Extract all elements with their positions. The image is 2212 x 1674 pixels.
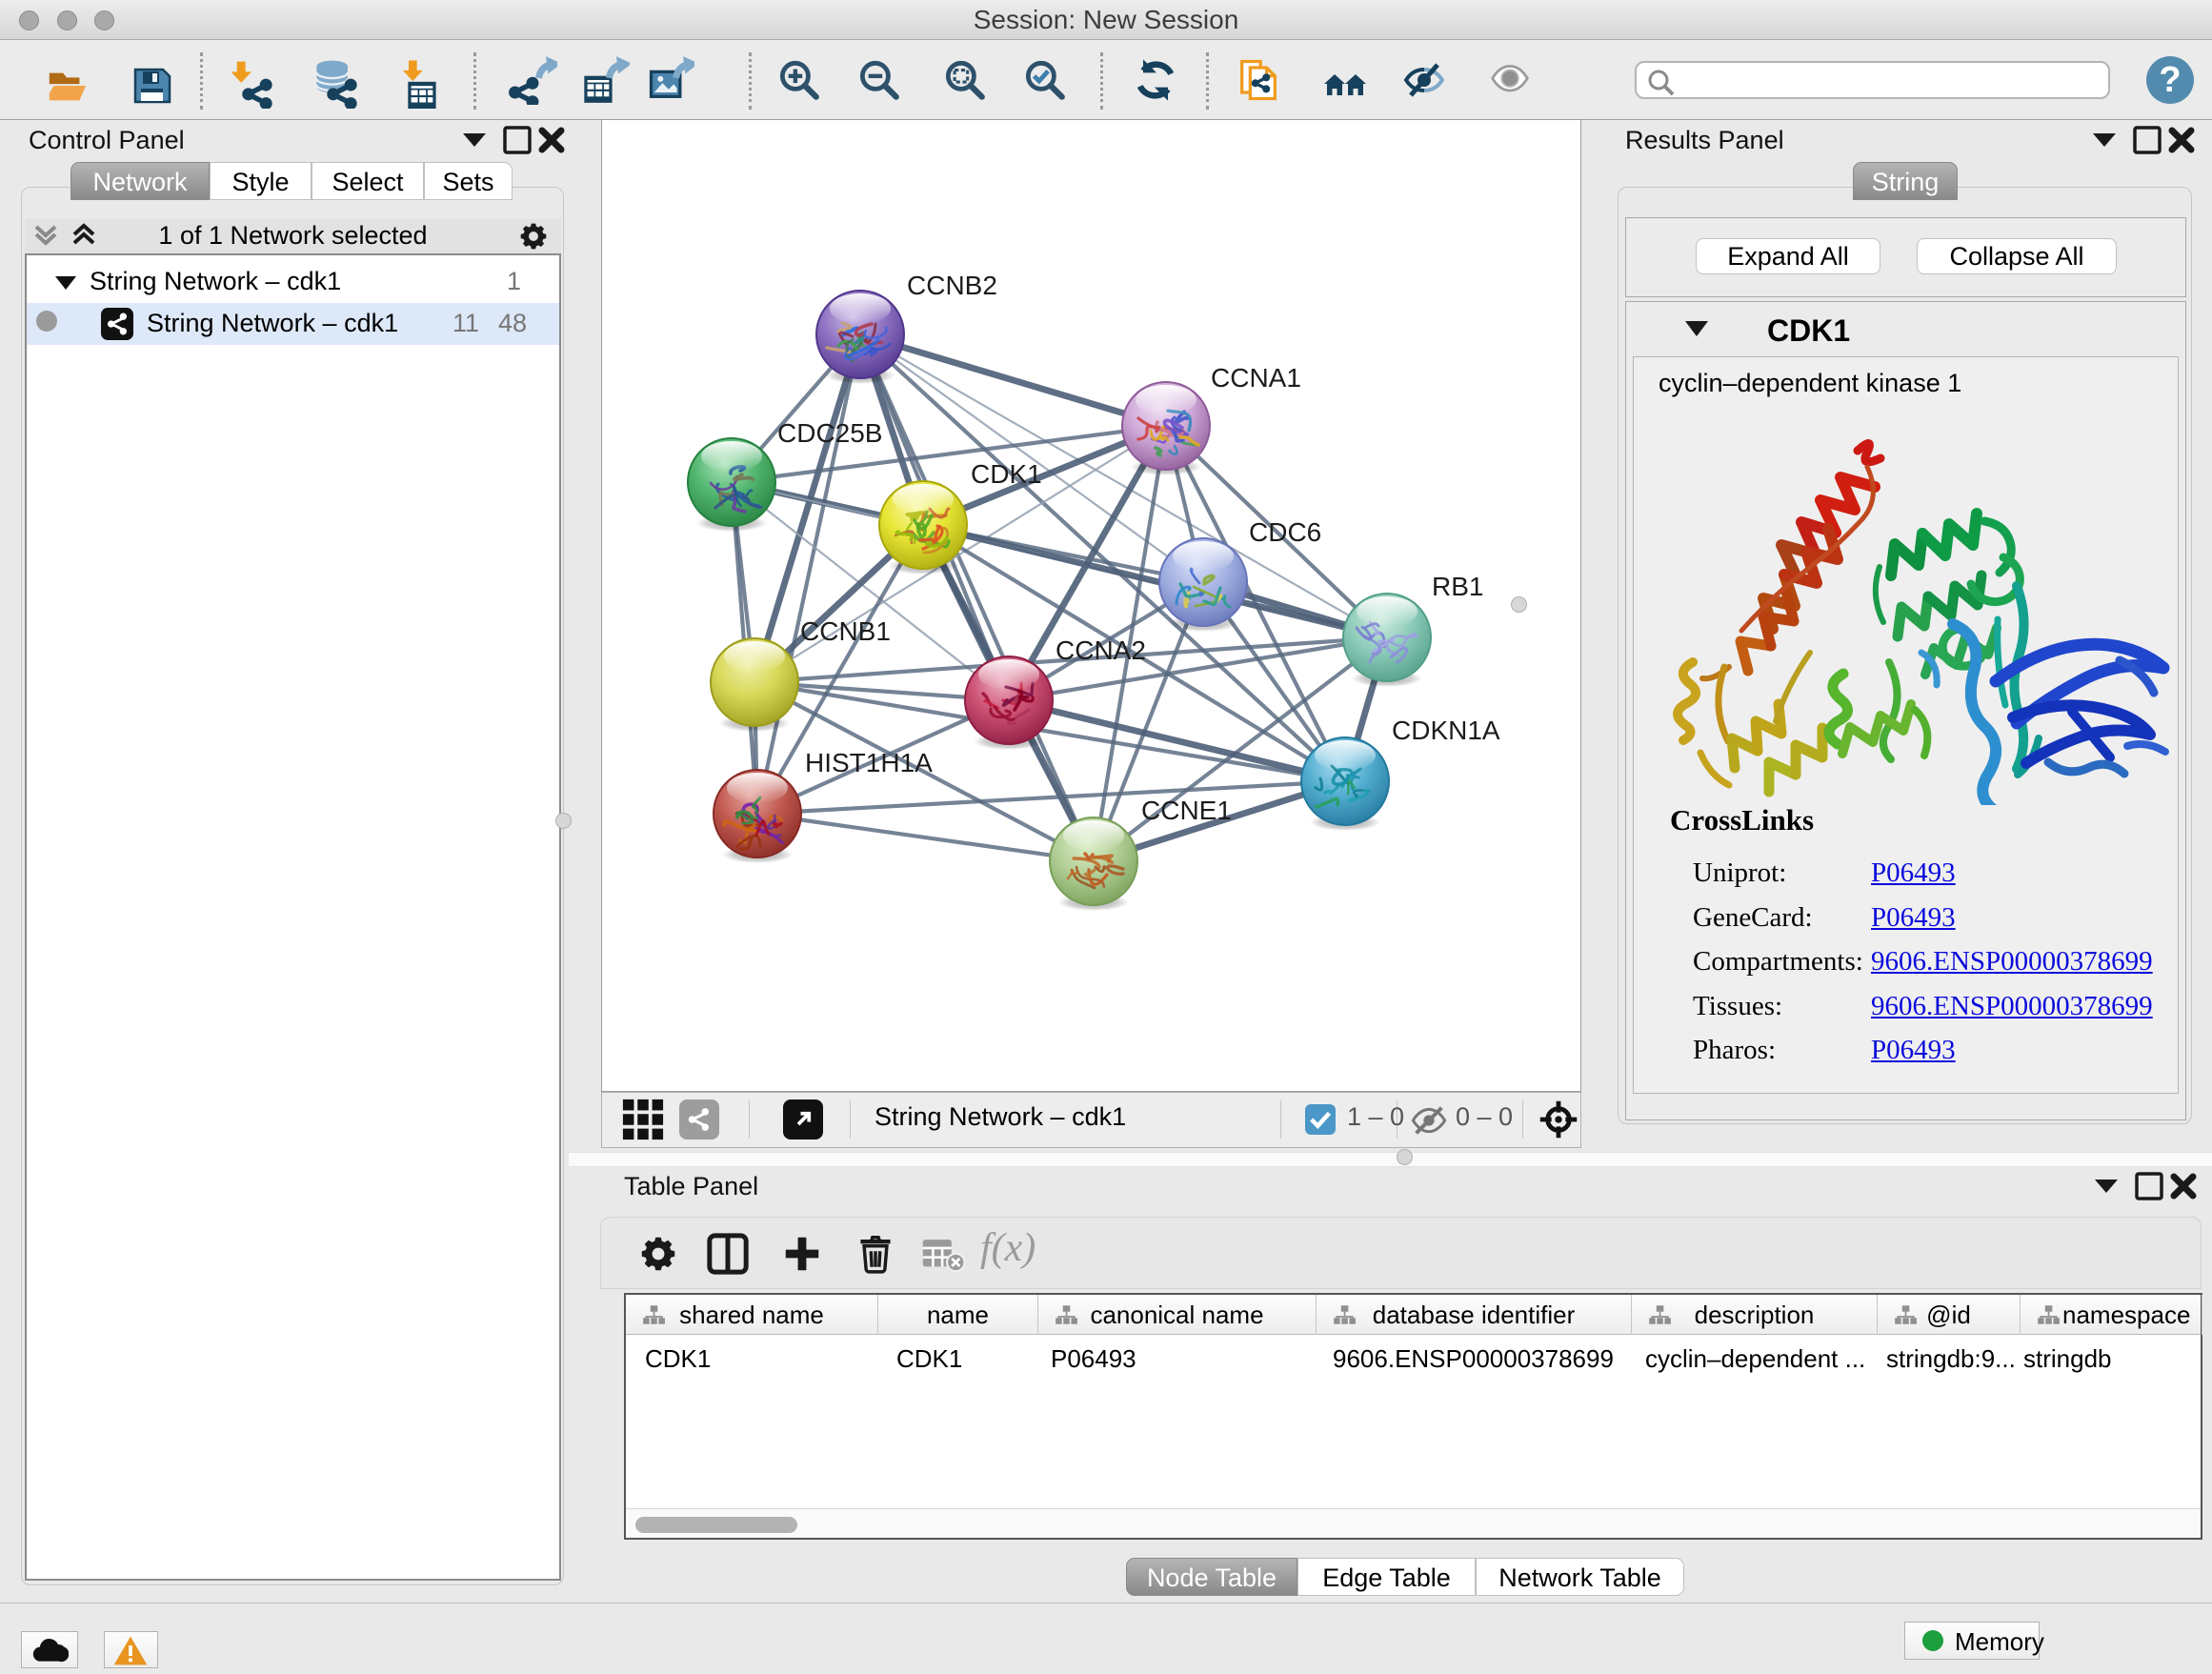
svg-text:CCNE1: CCNE1	[1141, 796, 1232, 825]
svg-text:CDC25B: CDC25B	[777, 418, 882, 448]
svg-text:CCNB1: CCNB1	[800, 616, 891, 646]
svg-text:RB1: RB1	[1432, 572, 1483, 601]
svg-text:CDK1: CDK1	[971, 459, 1042, 489]
svg-text:HIST1H1A: HIST1H1A	[805, 748, 933, 777]
svg-text:CCNB2: CCNB2	[907, 271, 997, 300]
svg-text:CDC6: CDC6	[1249, 517, 1321, 547]
svg-text:CCNA2: CCNA2	[1056, 635, 1146, 665]
svg-text:CDKN1A: CDKN1A	[1392, 716, 1500, 745]
svg-text:CCNA1: CCNA1	[1211, 363, 1301, 393]
